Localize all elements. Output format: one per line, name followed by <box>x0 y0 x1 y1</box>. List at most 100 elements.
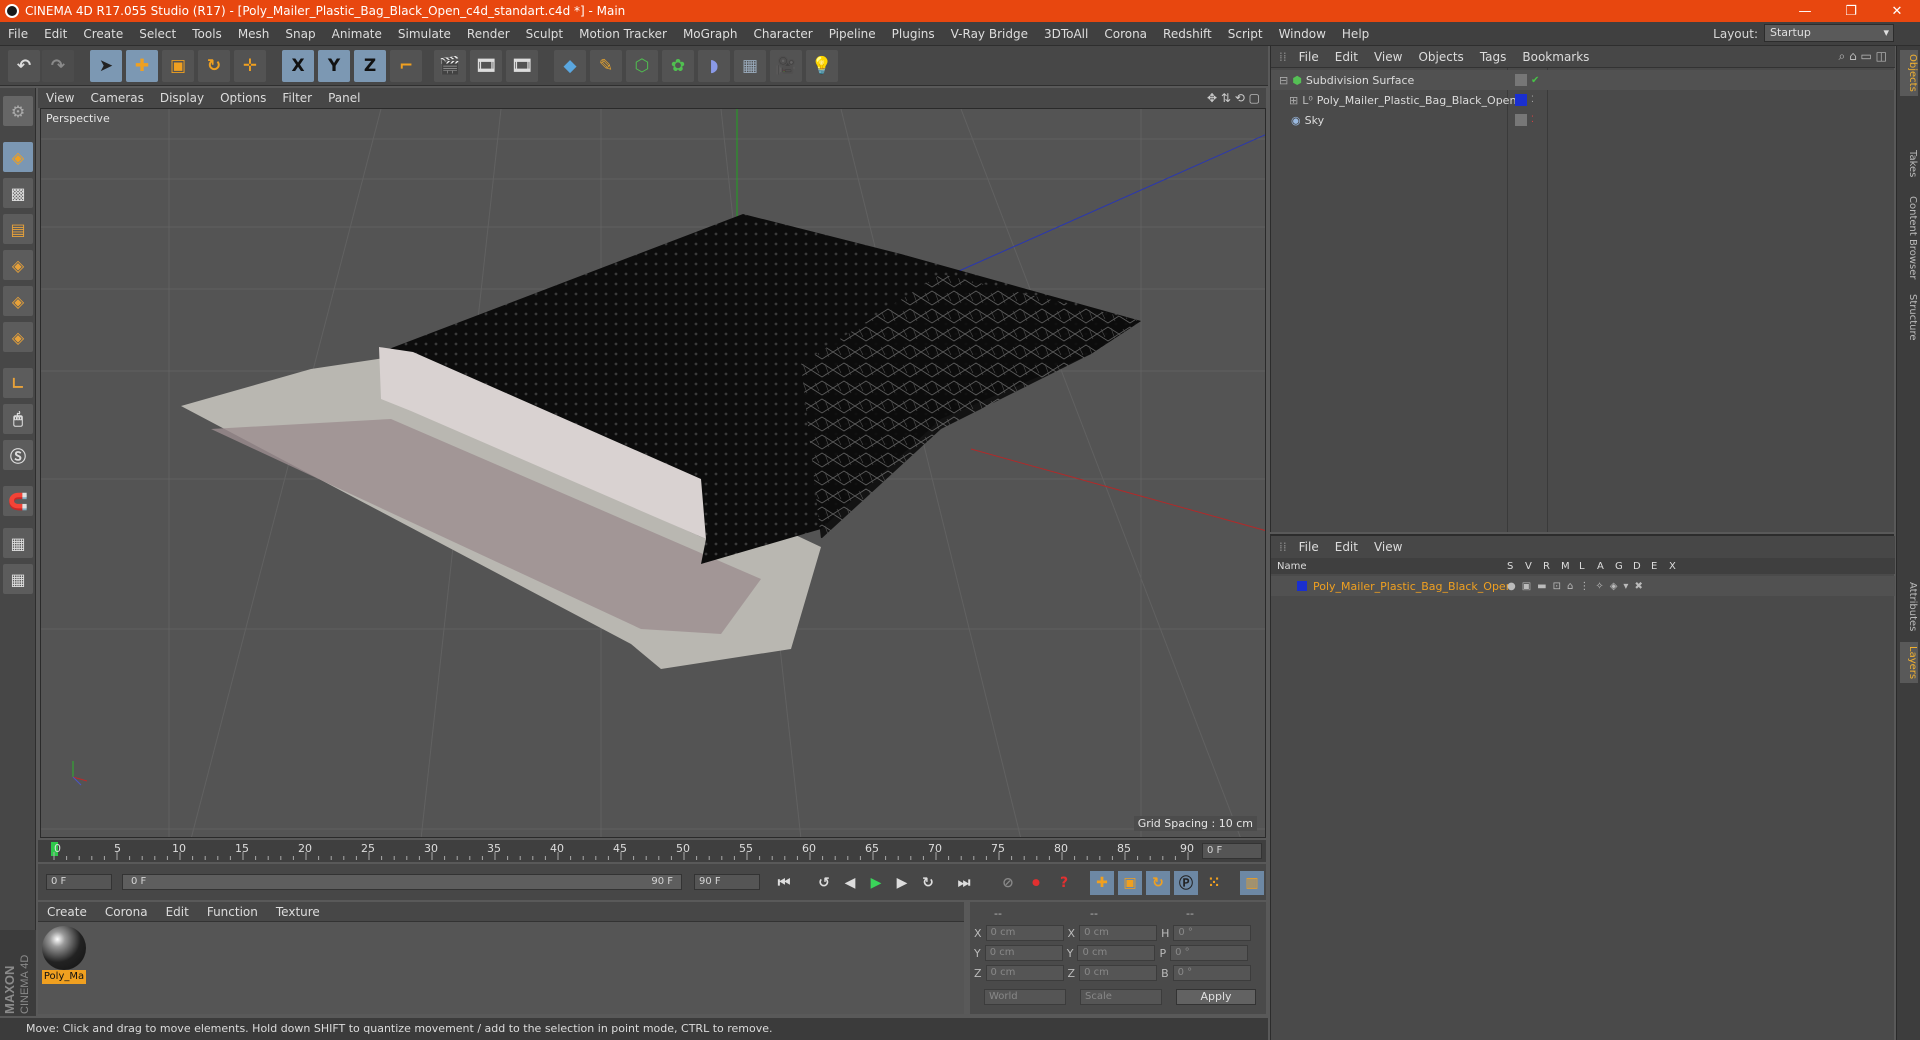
previous-key-button[interactable]: ↺ <box>812 871 836 895</box>
layer-menu-view[interactable]: View <box>1366 540 1410 554</box>
next-key-button[interactable]: ↻ <box>916 871 940 895</box>
object-row-sky[interactable]: ◉ Sky ⁚ <box>1271 110 1895 130</box>
timeline-ruler[interactable]: 0 5 10 15 20 25 30 35 40 45 50 55 60 65 … <box>38 840 1266 862</box>
viewport-menu-display[interactable]: Display <box>152 91 212 105</box>
menu-motion-tracker[interactable]: Motion Tracker <box>571 27 675 41</box>
menu-simulate[interactable]: Simulate <box>390 27 459 41</box>
menu-character[interactable]: Character <box>745 27 820 41</box>
rotate-tool-button[interactable]: ↻ <box>198 50 230 82</box>
position-z-field[interactable]: 0 cm <box>985 965 1064 981</box>
rotation-h-field[interactable]: 0 ° <box>1173 925 1252 941</box>
apply-button[interactable]: Apply <box>1176 989 1256 1005</box>
menu-animate[interactable]: Animate <box>324 27 390 41</box>
rotation-b-field[interactable]: 0 ° <box>1172 965 1251 981</box>
layer-toggle-icons[interactable]: ●▣▬⊡⌂⋮✧◈▾✖ <box>1507 581 1649 592</box>
restore-button[interactable]: ❐ <box>1828 0 1874 22</box>
menu-snap[interactable]: Snap <box>277 27 323 41</box>
menu-vray-bridge[interactable]: V-Ray Bridge <box>943 27 1036 41</box>
layer-menu-file[interactable]: File <box>1291 540 1327 554</box>
viewport-menu-cameras[interactable]: Cameras <box>82 91 151 105</box>
redo-button[interactable]: ↷ <box>42 50 74 82</box>
axis-mode-button[interactable]: ∟ <box>3 368 33 398</box>
autokeying-button[interactable]: ⏺ <box>1024 871 1048 895</box>
current-frame-field[interactable]: 0 F <box>1202 843 1262 859</box>
key-position-button[interactable]: ✚ <box>1090 871 1114 895</box>
object-menu-objects[interactable]: Objects <box>1410 50 1471 64</box>
record-keys-button[interactable]: ⊘ <box>996 871 1020 895</box>
viewport-scene[interactable] <box>41 109 1266 838</box>
go-to-end-button[interactable]: ⏭ <box>952 871 976 895</box>
menu-render[interactable]: Render <box>459 27 518 41</box>
material-menu-create[interactable]: Create <box>38 905 96 919</box>
perspective-viewport[interactable]: Perspective Grid Spacing : 10 cm <box>40 108 1266 838</box>
spline-pen-button[interactable]: ✎ <box>590 50 622 82</box>
next-frame-button[interactable]: ▶ <box>890 871 914 895</box>
render-to-picture-viewer-button[interactable]: 🎞 <box>470 50 502 82</box>
y-axis-button[interactable]: Y <box>318 50 350 82</box>
live-selection-button[interactable]: ➤ <box>90 50 122 82</box>
object-manager-search-icons[interactable]: ⌕ ⌂ ▭ ◫ <box>1839 49 1887 64</box>
tab-content-browser[interactable]: Content Browser <box>1900 192 1918 283</box>
world-dropdown[interactable]: World <box>984 989 1066 1005</box>
end-frame-field[interactable]: 90 F <box>694 874 760 890</box>
menu-edit[interactable]: Edit <box>36 27 75 41</box>
tab-structure[interactable]: Structure <box>1900 290 1918 345</box>
camera-button[interactable]: 🎥 <box>770 50 802 82</box>
menu-redshift[interactable]: Redshift <box>1155 27 1220 41</box>
object-menu-view[interactable]: View <box>1366 50 1410 64</box>
move-tool-button[interactable]: ✚ <box>126 50 158 82</box>
position-y-field[interactable]: 0 cm <box>984 945 1063 961</box>
menu-help[interactable]: Help <box>1334 27 1377 41</box>
x-axis-button[interactable]: X <box>282 50 314 82</box>
points-mode-button[interactable]: ◈ <box>3 250 33 280</box>
texture-mode-button[interactable]: ▩ <box>3 178 33 208</box>
timeline-window-button[interactable]: ▥ <box>1240 871 1264 895</box>
lock-workplane-button[interactable]: ▦ <box>3 528 33 558</box>
viewport-menu-view[interactable]: View <box>38 91 82 105</box>
menu-tools[interactable]: Tools <box>184 27 230 41</box>
key-pla-button[interactable]: ⁙ <box>1202 871 1226 895</box>
coordinate-system-button[interactable]: ⌐ <box>390 50 422 82</box>
visibility-dots-icon[interactable]: ⁚ <box>1531 115 1534 125</box>
key-rotation-button[interactable]: ↻ <box>1146 871 1170 895</box>
frame-range-slider[interactable]: 0 F 90 F <box>122 874 682 890</box>
viewport-menu-panel[interactable]: Panel <box>320 91 368 105</box>
menu-3dtoall[interactable]: 3DToAll <box>1036 27 1096 41</box>
render-view-button[interactable]: 🎬 <box>434 50 466 82</box>
workplane-mode-button[interactable]: ▤ <box>3 214 33 244</box>
tab-layers[interactable]: Layers <box>1900 642 1918 684</box>
material-menu-corona[interactable]: Corona <box>96 905 157 919</box>
snap-button[interactable]: Ⓢ <box>3 440 33 470</box>
object-menu-bookmarks[interactable]: Bookmarks <box>1514 50 1597 64</box>
subdivision-surface-button[interactable]: ⬡ <box>626 50 658 82</box>
scale-dropdown[interactable]: Scale <box>1080 989 1162 1005</box>
render-settings-button[interactable]: 🎞 <box>506 50 538 82</box>
cube-primitive-button[interactable]: ◆ <box>554 50 586 82</box>
layout-dropdown[interactable]: Startup ▾ <box>1764 24 1894 42</box>
undo-button[interactable]: ↶ <box>8 50 40 82</box>
menu-script[interactable]: Script <box>1220 27 1271 41</box>
material-menu-edit[interactable]: Edit <box>157 905 198 919</box>
viewport-nav-icons[interactable]: ✥ ⇅ ⟲ ▢ <box>1207 91 1260 105</box>
menu-pipeline[interactable]: Pipeline <box>821 27 884 41</box>
model-mode-button[interactable]: ◈ <box>3 142 33 172</box>
planar-workplane-button[interactable]: ▦ <box>3 564 33 594</box>
viewport-menu-filter[interactable]: Filter <box>274 91 320 105</box>
deformer-button[interactable]: ◗ <box>698 50 730 82</box>
start-frame-field[interactable]: 0 F <box>46 874 112 890</box>
enabled-check-icon[interactable]: ✔ <box>1531 75 1539 86</box>
key-parameter-button[interactable]: Ⓟ <box>1174 871 1198 895</box>
object-menu-edit[interactable]: Edit <box>1327 50 1366 64</box>
layer-row[interactable]: Poly_Mailer_Plastic_Bag_Black_Open ●▣▬⊡⌂… <box>1271 576 1895 596</box>
position-x-field[interactable]: 0 cm <box>985 925 1064 941</box>
menu-select[interactable]: Select <box>131 27 184 41</box>
layer-menu-edit[interactable]: Edit <box>1327 540 1366 554</box>
scale-tool-button[interactable]: ▣ <box>162 50 194 82</box>
menu-plugins[interactable]: Plugins <box>884 27 943 41</box>
keyframe-selection-button[interactable]: ? <box>1052 871 1076 895</box>
menu-mograph[interactable]: MoGraph <box>675 27 746 41</box>
z-axis-button[interactable]: Z <box>354 50 386 82</box>
floor-button[interactable]: ▦ <box>734 50 766 82</box>
tab-attributes[interactable]: Attributes <box>1900 578 1918 635</box>
size-z-field[interactable]: 0 cm <box>1079 965 1158 981</box>
